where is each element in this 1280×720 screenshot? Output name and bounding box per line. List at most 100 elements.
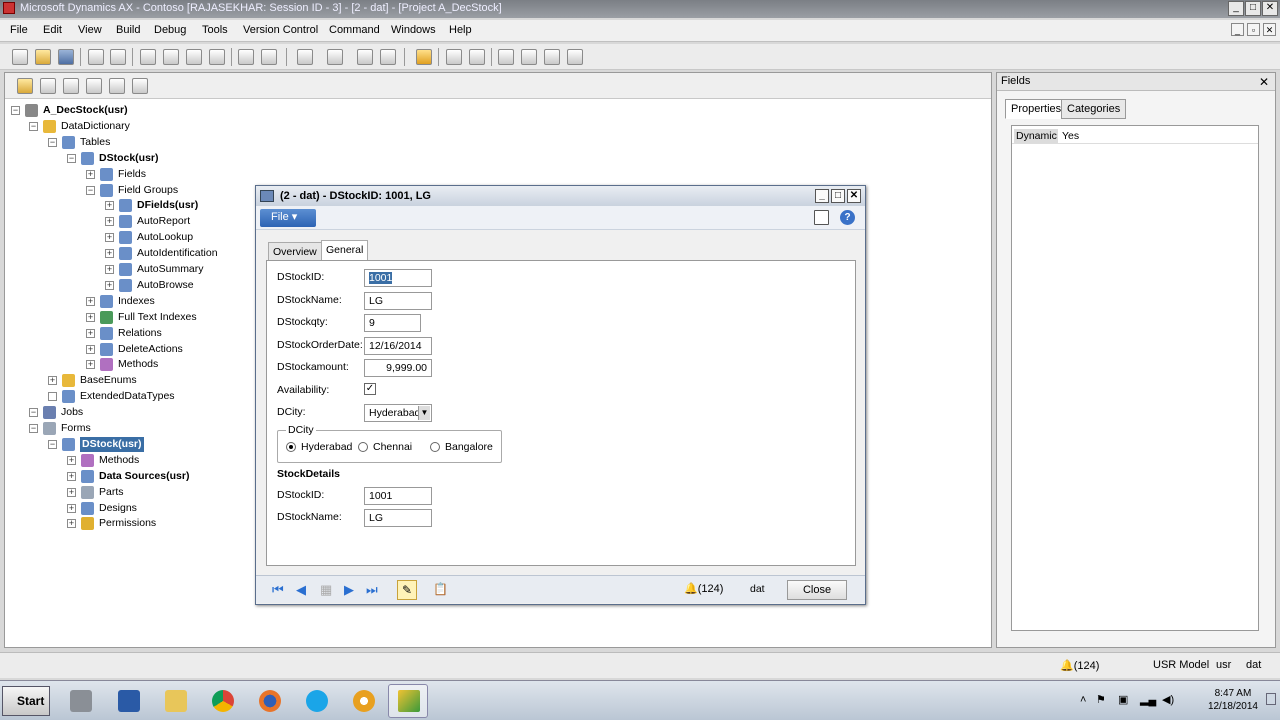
next-record-icon[interactable]: ▶: [344, 582, 354, 598]
menu-debug[interactable]: Debug: [154, 24, 186, 36]
tree-node-fields[interactable]: + Fields: [5, 167, 605, 183]
help-icon[interactable]: ?: [840, 210, 855, 225]
maximize-button[interactable]: □: [1245, 1, 1261, 16]
paste-icon[interactable]: [209, 49, 225, 65]
expand-icon[interactable]: +: [86, 328, 95, 338]
open-icon[interactable]: [35, 49, 51, 65]
expand-icon[interactable]: +: [86, 344, 95, 354]
tab-properties[interactable]: Properties: [1005, 99, 1068, 119]
expand-icon[interactable]: +: [105, 201, 114, 211]
expand-icon[interactable]: [48, 392, 57, 402]
qty-field[interactable]: 9: [364, 314, 421, 332]
previous-record-icon[interactable]: ◀: [296, 582, 306, 598]
project-save-icon[interactable]: [63, 78, 79, 94]
expand-icon[interactable]: +: [67, 519, 76, 529]
first-record-icon[interactable]: ⏮: [272, 582, 284, 598]
filter-icon[interactable]: [357, 49, 373, 65]
tree-node-tables[interactable]: − Tables: [5, 135, 605, 151]
city-dropdown[interactable]: Hyderabad ▼: [364, 404, 432, 422]
tab-general[interactable]: General: [321, 240, 369, 261]
clock[interactable]: 8:47 AM 12/18/2014: [1208, 687, 1258, 713]
expand-icon[interactable]: +: [67, 487, 76, 497]
expand-icon[interactable]: +: [86, 312, 95, 322]
tab-categories[interactable]: Categories: [1061, 99, 1127, 119]
zoom-in-icon[interactable]: [498, 49, 514, 65]
taskbar-dynamics-ax[interactable]: [388, 684, 428, 718]
status-alerts[interactable]: 🔔(124): [1060, 659, 1099, 672]
chevron-down-icon[interactable]: ▼: [418, 406, 430, 420]
minimize-button[interactable]: _: [1228, 1, 1244, 16]
table-icon[interactable]: [469, 49, 485, 65]
expand-icon[interactable]: +: [105, 249, 114, 259]
run-icon[interactable]: [327, 49, 343, 65]
collapse-icon[interactable]: −: [86, 185, 95, 195]
find-next-icon[interactable]: [261, 49, 277, 65]
form-close-button[interactable]: ✕: [847, 189, 861, 203]
print-icon[interactable]: [88, 49, 104, 65]
taskbar-firefox[interactable]: [249, 684, 289, 718]
availability-checkbox[interactable]: ✓: [364, 383, 376, 395]
radio-hyderabad[interactable]: [286, 442, 296, 452]
tree-node-dstock-table[interactable]: − DStock(usr): [5, 151, 605, 167]
cut-icon[interactable]: [163, 49, 179, 65]
project-filter-icon[interactable]: [109, 78, 125, 94]
expand-icon[interactable]: +: [105, 233, 114, 243]
taskbar-server-manager[interactable]: [60, 684, 100, 718]
volume-icon[interactable]: ◀): [1162, 693, 1174, 706]
expand-icon[interactable]: +: [86, 296, 95, 306]
tree-node-data-dictionary[interactable]: − DataDictionary: [5, 119, 605, 135]
form-minimize-button[interactable]: _: [815, 189, 829, 203]
flag-icon[interactable]: ⚑: [1096, 693, 1106, 706]
zoom-out-icon[interactable]: [521, 49, 537, 65]
mdi-close-button[interactable]: ✕: [1263, 23, 1276, 36]
document-icon[interactable]: [446, 49, 462, 65]
mdi-minimize-button[interactable]: _: [1231, 23, 1244, 36]
attachment-icon[interactable]: 📋: [433, 582, 448, 596]
edit-mode-icon[interactable]: ✎: [397, 580, 417, 600]
print-preview-icon[interactable]: [110, 49, 126, 65]
menu-command[interactable]: Command: [329, 24, 380, 36]
expand-icon[interactable]: +: [105, 280, 114, 290]
grid-icon[interactable]: ▦: [320, 582, 332, 598]
details-stockid-field[interactable]: 1001: [364, 487, 432, 505]
expand-icon[interactable]: +: [86, 360, 95, 370]
menu-tools[interactable]: Tools: [202, 24, 228, 36]
save-icon[interactable]: [58, 49, 74, 65]
expand-icon[interactable]: +: [105, 217, 114, 227]
zoom-fit-icon[interactable]: [544, 49, 560, 65]
menu-view[interactable]: View: [78, 24, 102, 36]
start-button[interactable]: Start: [2, 686, 50, 716]
collapse-icon[interactable]: −: [48, 137, 57, 147]
open-project-icon[interactable]: [17, 78, 33, 94]
collapse-icon[interactable]: −: [11, 106, 20, 115]
close-window-button[interactable]: ✕: [1262, 1, 1278, 16]
menu-help[interactable]: Help: [449, 24, 472, 36]
radio-bangalore[interactable]: [430, 442, 440, 452]
expand-icon[interactable]: +: [105, 265, 114, 274]
project-properties-icon[interactable]: [40, 78, 56, 94]
stockid-field[interactable]: 1001: [364, 269, 432, 287]
compile-icon[interactable]: [297, 49, 313, 65]
remove-filter-icon[interactable]: [380, 49, 396, 65]
project-import-icon[interactable]: [132, 78, 148, 94]
collapse-icon[interactable]: −: [48, 439, 57, 449]
copy-icon[interactable]: [186, 49, 202, 65]
property-value[interactable]: Yes: [1062, 129, 1079, 143]
expand-icon[interactable]: +: [86, 169, 95, 179]
stockname-field[interactable]: LG: [364, 292, 432, 310]
details-stockname-field[interactable]: LG: [364, 509, 432, 527]
property-name[interactable]: Dynamic: [1014, 129, 1058, 143]
last-record-icon[interactable]: ⏭: [366, 582, 378, 598]
collapse-icon[interactable]: −: [29, 424, 38, 433]
project-compile-icon[interactable]: [86, 78, 102, 94]
show-desktop-button[interactable]: [1266, 693, 1276, 705]
menu-edit[interactable]: Edit: [43, 24, 62, 36]
radio-chennai[interactable]: [358, 442, 368, 452]
menu-build[interactable]: Build: [116, 24, 140, 36]
collapse-icon[interactable]: −: [29, 408, 38, 418]
signal-icon[interactable]: ▂▄: [1140, 693, 1156, 706]
new-icon[interactable]: [12, 49, 28, 65]
close-button[interactable]: Close: [787, 580, 847, 600]
find-icon[interactable]: [238, 49, 254, 65]
expand-icon[interactable]: +: [67, 471, 76, 481]
